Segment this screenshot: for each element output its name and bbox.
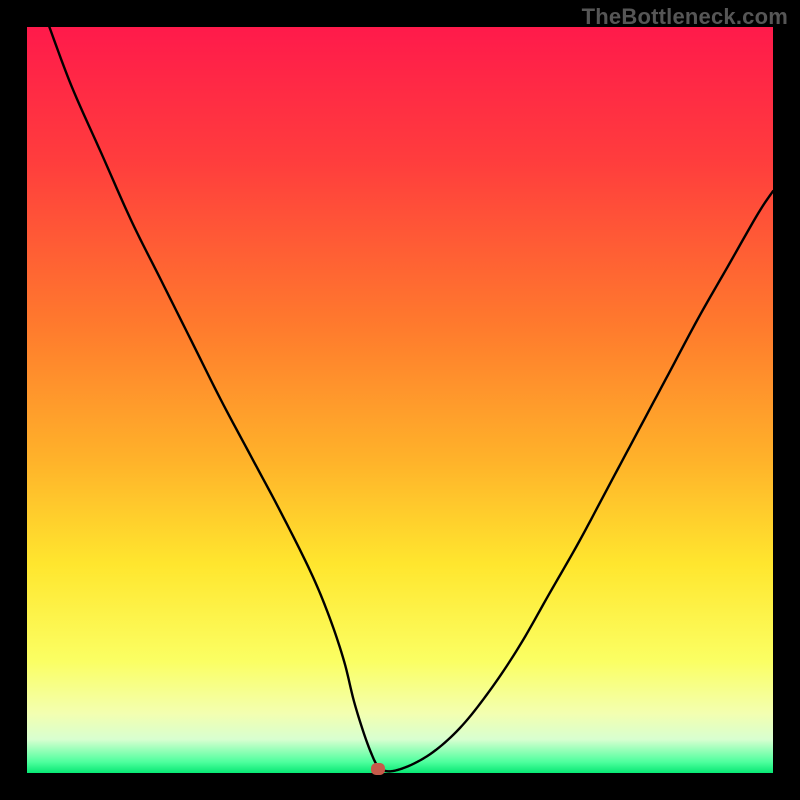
watermark-text: TheBottleneck.com — [582, 4, 788, 30]
plot-area — [27, 27, 773, 773]
chart-frame: TheBottleneck.com — [0, 0, 800, 800]
bottleneck-curve — [49, 27, 773, 771]
curve-layer — [27, 27, 773, 773]
optimal-point-marker — [371, 763, 385, 775]
